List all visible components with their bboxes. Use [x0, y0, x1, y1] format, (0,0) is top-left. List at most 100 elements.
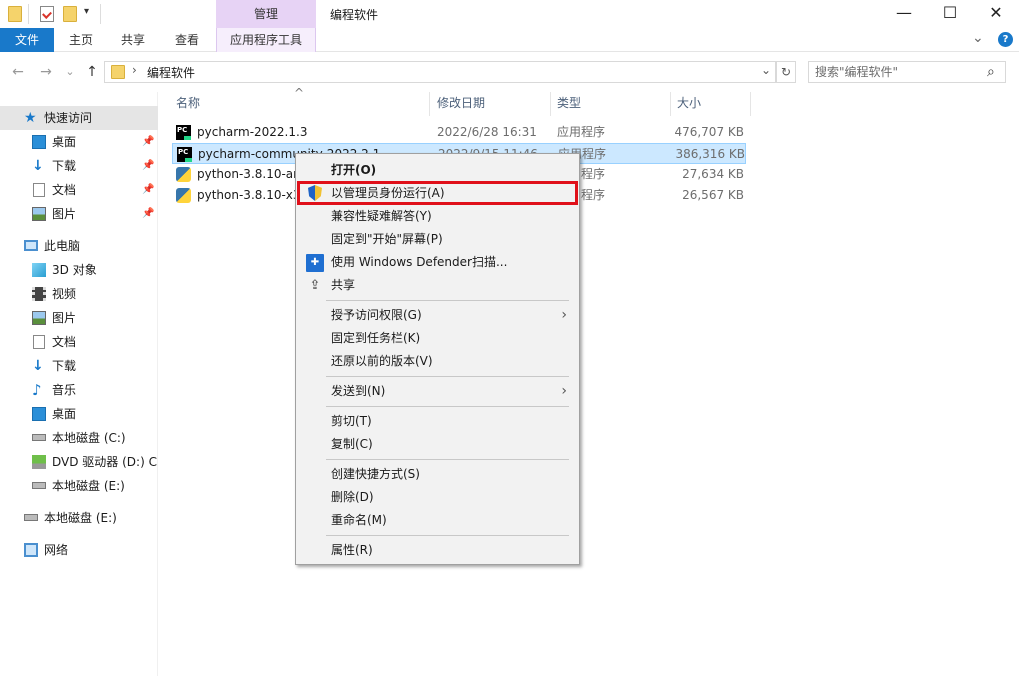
- nav-label: 网络: [44, 543, 69, 557]
- help-icon[interactable]: ?: [998, 32, 1013, 47]
- nav-label: 桌面: [52, 135, 77, 149]
- nav-drive-e[interactable]: 本地磁盘 (E:): [0, 474, 158, 498]
- column-header-size[interactable]: 大小: [671, 92, 751, 116]
- file-size: 386,316 KB: [675, 147, 745, 161]
- nav-this-pc[interactable]: 此电脑: [0, 234, 158, 258]
- picture-icon: [32, 207, 46, 221]
- menu-item-label: 复制(C): [331, 437, 373, 451]
- pin-icon: 📌: [142, 208, 155, 219]
- menu-separator: [326, 300, 569, 301]
- menu-item-delete[interactable]: 删除(D): [298, 486, 577, 509]
- document-icon: [33, 183, 45, 197]
- tab-home[interactable]: 主页: [56, 28, 106, 52]
- dvd-icon: [32, 455, 46, 469]
- nav-downloads[interactable]: ↓ 下载: [0, 354, 158, 378]
- pin-icon: 📌: [142, 160, 155, 171]
- title-bar: ▾ 管理 编程软件 — ☐ ✕: [0, 0, 1019, 30]
- nav-documents-pinned[interactable]: 文档 📌: [0, 178, 158, 202]
- menu-item-label: 创建快捷方式(S): [331, 467, 420, 481]
- tab-file[interactable]: 文件: [0, 28, 54, 52]
- column-header-name[interactable]: 名称: [170, 92, 430, 116]
- menu-item-label: 固定到任务栏(K): [331, 331, 421, 345]
- tab-view[interactable]: 查看: [162, 28, 212, 52]
- nav-documents[interactable]: 文档: [0, 330, 158, 354]
- nav-videos[interactable]: 视频: [0, 282, 158, 306]
- desktop-icon: [32, 135, 46, 149]
- nav-pictures[interactable]: 图片: [0, 306, 158, 330]
- pin-icon: 📌: [142, 184, 155, 195]
- expand-ribbon-icon[interactable]: ⌄: [972, 30, 984, 46]
- menu-item-defender-scan[interactable]: ✚ 使用 Windows Defender扫描...: [298, 251, 577, 274]
- menu-item-restore-previous-versions[interactable]: 还原以前的版本(V): [298, 350, 577, 373]
- nav-3d-objects[interactable]: 3D 对象: [0, 258, 158, 282]
- menu-item-label: 授予访问权限(G): [331, 308, 422, 322]
- back-button[interactable]: ←: [8, 62, 28, 82]
- menu-item-label: 打开(O): [331, 163, 377, 177]
- file-type: 应用程序: [557, 125, 606, 139]
- menu-item-create-shortcut[interactable]: 创建快捷方式(S): [298, 463, 577, 486]
- search-input[interactable]: 搜索"编程软件" ⌕: [808, 61, 1006, 83]
- drive-icon: [24, 514, 38, 521]
- refresh-button[interactable]: ↻: [776, 61, 796, 83]
- recent-locations-button[interactable]: ⌄: [60, 62, 80, 82]
- nav-pictures-pinned[interactable]: 图片 📌: [0, 202, 158, 226]
- contextual-tab-manage[interactable]: 管理: [216, 0, 316, 28]
- menu-item-copy[interactable]: 复制(C): [298, 433, 577, 456]
- nav-drive-c[interactable]: 本地磁盘 (C:): [0, 426, 158, 450]
- menu-item-give-access[interactable]: 授予访问权限(G) ›: [298, 304, 577, 327]
- nav-label: 快速访问: [44, 111, 93, 125]
- menu-item-share[interactable]: ⇪ 共享: [298, 274, 577, 297]
- customize-quick-access-icon[interactable]: ▾: [84, 6, 89, 17]
- checkmark-icon: [42, 9, 52, 19]
- file-row[interactable]: PC pycharm-2022.1.3 2022/6/28 16:31 应用程序…: [172, 122, 746, 143]
- column-header-type[interactable]: 类型: [551, 92, 671, 116]
- nav-quick-access[interactable]: ★ 快速访问: [0, 106, 158, 130]
- file-size: 476,707 KB: [674, 125, 744, 139]
- nav-desktop[interactable]: 桌面: [0, 402, 158, 426]
- file-size: 26,567 KB: [682, 188, 744, 202]
- star-icon: ★: [24, 110, 37, 126]
- menu-item-properties[interactable]: 属性(R): [298, 539, 577, 562]
- forward-button[interactable]: →: [36, 62, 56, 82]
- menu-item-troubleshoot-compatibility[interactable]: 兼容性疑难解答(Y): [298, 205, 577, 228]
- properties-icon[interactable]: [40, 6, 54, 22]
- menu-separator: [326, 459, 569, 460]
- menu-separator: [326, 376, 569, 377]
- highlight-box: [297, 181, 578, 205]
- tab-share[interactable]: 共享: [108, 28, 158, 52]
- address-dropdown-icon[interactable]: ⌄: [761, 63, 771, 77]
- nav-label: 图片: [52, 311, 77, 325]
- folder-icon: [8, 6, 22, 22]
- up-button[interactable]: ↑: [82, 62, 102, 82]
- tab-application-tools[interactable]: 应用程序工具: [216, 28, 316, 52]
- menu-item-pin-to-taskbar[interactable]: 固定到任务栏(K): [298, 327, 577, 350]
- nav-network[interactable]: 网络: [0, 538, 158, 562]
- nav-label: 本地磁盘 (E:): [52, 479, 125, 493]
- music-icon: ♪: [32, 381, 42, 399]
- menu-item-cut[interactable]: 剪切(T): [298, 410, 577, 433]
- nav-music[interactable]: ♪ 音乐: [0, 378, 158, 402]
- nav-label: 下载: [52, 159, 77, 173]
- nav-drive-e-root[interactable]: 本地磁盘 (E:): [0, 506, 158, 530]
- menu-item-label: 删除(D): [331, 490, 374, 504]
- ribbon-tabs: 文件 主页 共享 查看 应用程序工具 ⌄ ?: [0, 28, 1019, 52]
- nav-dvd-drive[interactable]: DVD 驱动器 (D:) C: [0, 450, 158, 474]
- address-bar[interactable]: › 编程软件 ⌄: [104, 61, 776, 83]
- nav-downloads-pinned[interactable]: ↓ 下载 📌: [0, 154, 158, 178]
- close-button[interactable]: ✕: [973, 0, 1019, 28]
- new-folder-icon[interactable]: [63, 6, 77, 22]
- nav-desktop-pinned[interactable]: 桌面 📌: [0, 130, 158, 154]
- menu-item-send-to[interactable]: 发送到(N) ›: [298, 380, 577, 403]
- search-icon[interactable]: ⌕: [987, 62, 995, 82]
- menu-item-open[interactable]: 打开(O): [298, 159, 577, 182]
- menu-item-pin-to-start[interactable]: 固定到"开始"屏幕(P): [298, 228, 577, 251]
- breadcrumb-current[interactable]: 编程软件: [147, 64, 195, 81]
- file-date: 2022/6/28 16:31: [437, 125, 537, 139]
- column-header-date[interactable]: 修改日期: [431, 92, 551, 116]
- nav-label: 文档: [52, 183, 77, 197]
- minimize-button[interactable]: —: [881, 0, 927, 28]
- menu-item-rename[interactable]: 重命名(M): [298, 509, 577, 532]
- file-size: 27,634 KB: [682, 167, 744, 181]
- download-icon: ↓: [32, 358, 44, 374]
- maximize-button[interactable]: ☐: [927, 0, 973, 28]
